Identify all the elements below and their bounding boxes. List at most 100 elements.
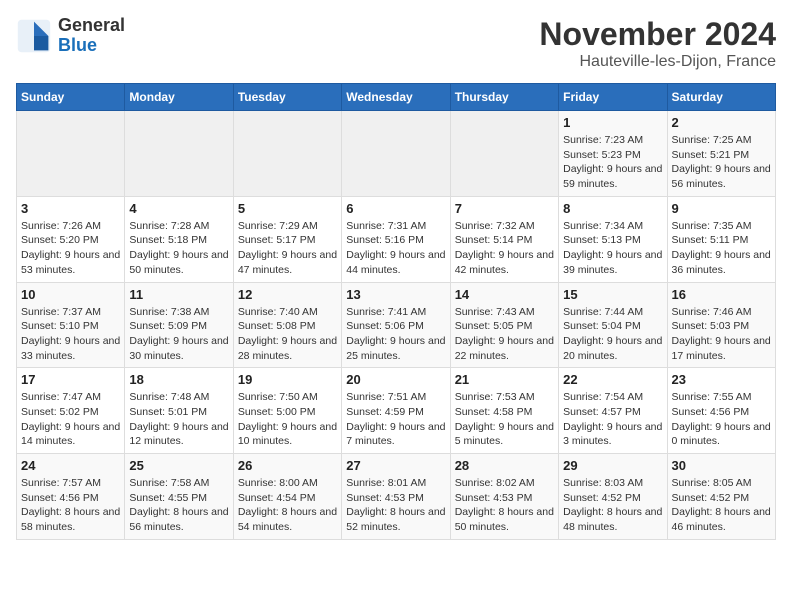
day-info: Sunrise: 8:03 AM Sunset: 4:52 PM Dayligh… [563, 476, 662, 535]
calendar-cell: 15 Sunrise: 7:44 AM Sunset: 5:04 PM Dayli… [559, 282, 667, 368]
day-info: Sunrise: 7:32 AM Sunset: 5:14 PM Dayligh… [455, 219, 554, 278]
calendar-cell: 6 Sunrise: 7:31 AM Sunset: 5:16 PM Daylig… [342, 196, 450, 282]
day-number: 15 [563, 287, 662, 302]
day-number: 4 [129, 201, 228, 216]
day-number: 16 [672, 287, 771, 302]
day-number: 30 [672, 458, 771, 473]
logo: General Blue [16, 16, 125, 56]
day-number: 14 [455, 287, 554, 302]
day-info: Sunrise: 7:38 AM Sunset: 5:09 PM Dayligh… [129, 305, 228, 364]
weekday-header-thursday: Thursday [450, 84, 558, 111]
day-info: Sunrise: 7:48 AM Sunset: 5:01 PM Dayligh… [129, 390, 228, 449]
day-info: Sunrise: 7:57 AM Sunset: 4:56 PM Dayligh… [21, 476, 120, 535]
day-number: 18 [129, 372, 228, 387]
day-number: 9 [672, 201, 771, 216]
day-info: Sunrise: 7:25 AM Sunset: 5:21 PM Dayligh… [672, 133, 771, 192]
calendar-cell: 25Sunrise: 7:58 AM Sunset: 4:55 PM Dayli… [125, 454, 233, 540]
day-info: Sunrise: 7:53 AM Sunset: 4:58 PM Dayligh… [455, 390, 554, 449]
weekday-header-sunday: Sunday [17, 84, 125, 111]
weekday-header-friday: Friday [559, 84, 667, 111]
calendar-cell: 12 Sunrise: 7:40 AM Sunset: 5:08 PM Dayli… [233, 282, 341, 368]
calendar-cell: 16 Sunrise: 7:46 AM Sunset: 5:03 PM Dayli… [667, 282, 775, 368]
day-number: 7 [455, 201, 554, 216]
calendar-cell: 24 Sunrise: 7:57 AM Sunset: 4:56 PM Dayli… [17, 454, 125, 540]
day-number: 6 [346, 201, 445, 216]
sub-title: Hauteville-les-Dijon, France [539, 53, 776, 71]
main-title: November 2024 [539, 16, 776, 53]
day-info: Sunrise: 7:54 AM Sunset: 4:57 PM Dayligh… [563, 390, 662, 449]
calendar-cell: 29 Sunrise: 8:03 AM Sunset: 4:52 PM Dayli… [559, 454, 667, 540]
day-number: 24 [21, 458, 120, 473]
day-info: Sunrise: 7:35 AM Sunset: 5:11 PM Dayligh… [672, 219, 771, 278]
day-info: Sunrise: 7:55 AM Sunset: 4:56 PM Dayligh… [672, 390, 771, 449]
calendar-cell: 2 Sunrise: 7:25 AM Sunset: 5:21 PM Daylig… [667, 111, 775, 197]
day-number: 22 [563, 372, 662, 387]
day-number: 23 [672, 372, 771, 387]
logo-icon [16, 18, 52, 54]
calendar-cell: 13Sunrise: 7:41 AM Sunset: 5:06 PM Dayli… [342, 282, 450, 368]
calendar-cell: 1 Sunrise: 7:23 AM Sunset: 5:23 PM Daylig… [559, 111, 667, 197]
calendar-cell: 21 Sunrise: 7:53 AM Sunset: 4:58 PM Dayli… [450, 368, 558, 454]
calendar-cell: 8 Sunrise: 7:34 AM Sunset: 5:13 PM Daylig… [559, 196, 667, 282]
day-number: 5 [238, 201, 337, 216]
calendar-cell: 22 Sunrise: 7:54 AM Sunset: 4:57 PM Dayli… [559, 368, 667, 454]
day-info: Sunrise: 7:47 AM Sunset: 5:02 PM Dayligh… [21, 390, 120, 449]
calendar-table: SundayMondayTuesdayWednesdayThursdayFrid… [16, 83, 776, 540]
weekday-header-saturday: Saturday [667, 84, 775, 111]
calendar-cell: 23 Sunrise: 7:55 AM Sunset: 4:56 PM Dayli… [667, 368, 775, 454]
day-info: Sunrise: 7:37 AM Sunset: 5:10 PM Dayligh… [21, 305, 120, 364]
calendar-cell: 30 Sunrise: 8:05 AM Sunset: 4:52 PM Dayli… [667, 454, 775, 540]
day-info: Sunrise: 7:58 AM Sunset: 4:55 PM Dayligh… [129, 476, 228, 535]
weekday-header-monday: Monday [125, 84, 233, 111]
day-number: 12 [238, 287, 337, 302]
calendar-cell: 27 Sunrise: 8:01 AM Sunset: 4:53 PM Dayli… [342, 454, 450, 540]
day-number: 11 [129, 287, 228, 302]
calendar-cell: 4Sunrise: 7:28 AM Sunset: 5:18 PM Daylig… [125, 196, 233, 282]
calendar-cell: 18 Sunrise: 7:48 AM Sunset: 5:01 PM Dayli… [125, 368, 233, 454]
calendar-cell [342, 111, 450, 197]
calendar-cell: 14 Sunrise: 7:43 AM Sunset: 5:05 PM Dayli… [450, 282, 558, 368]
day-number: 2 [672, 115, 771, 130]
day-info: Sunrise: 7:50 AM Sunset: 5:00 PM Dayligh… [238, 390, 337, 449]
calendar-cell: 7 Sunrise: 7:32 AM Sunset: 5:14 PM Daylig… [450, 196, 558, 282]
day-info: Sunrise: 8:02 AM Sunset: 4:53 PM Dayligh… [455, 476, 554, 535]
calendar-cell [17, 111, 125, 197]
day-info: Sunrise: 7:40 AM Sunset: 5:08 PM Dayligh… [238, 305, 337, 364]
header: General Blue November 2024 Hauteville-le… [16, 16, 776, 71]
calendar-cell [450, 111, 558, 197]
weekday-header-tuesday: Tuesday [233, 84, 341, 111]
calendar-cell: 26 Sunrise: 8:00 AM Sunset: 4:54 PM Dayli… [233, 454, 341, 540]
day-number: 29 [563, 458, 662, 473]
logo-text: General Blue [58, 16, 125, 56]
calendar-cell: 3Sunrise: 7:26 AM Sunset: 5:20 PM Daylig… [17, 196, 125, 282]
day-number: 13 [346, 287, 445, 302]
weekday-header-wednesday: Wednesday [342, 84, 450, 111]
calendar-cell: 20Sunrise: 7:51 AM Sunset: 4:59 PM Dayli… [342, 368, 450, 454]
day-info: Sunrise: 7:46 AM Sunset: 5:03 PM Dayligh… [672, 305, 771, 364]
day-number: 1 [563, 115, 662, 130]
calendar-cell: 28 Sunrise: 8:02 AM Sunset: 4:53 PM Dayli… [450, 454, 558, 540]
calendar-cell: 19 Sunrise: 7:50 AM Sunset: 5:00 PM Dayli… [233, 368, 341, 454]
day-info: Sunrise: 7:26 AM Sunset: 5:20 PM Dayligh… [21, 219, 120, 278]
day-info: Sunrise: 7:31 AM Sunset: 5:16 PM Dayligh… [346, 219, 445, 278]
day-number: 17 [21, 372, 120, 387]
calendar-cell: 10Sunrise: 7:37 AM Sunset: 5:10 PM Dayli… [17, 282, 125, 368]
day-number: 19 [238, 372, 337, 387]
calendar-cell: 17 Sunrise: 7:47 AM Sunset: 5:02 PM Dayli… [17, 368, 125, 454]
day-info: Sunrise: 7:23 AM Sunset: 5:23 PM Dayligh… [563, 133, 662, 192]
day-info: Sunrise: 8:00 AM Sunset: 4:54 PM Dayligh… [238, 476, 337, 535]
day-number: 28 [455, 458, 554, 473]
day-number: 27 [346, 458, 445, 473]
day-info: Sunrise: 7:34 AM Sunset: 5:13 PM Dayligh… [563, 219, 662, 278]
day-info: Sunrise: 8:05 AM Sunset: 4:52 PM Dayligh… [672, 476, 771, 535]
day-info: Sunrise: 7:43 AM Sunset: 5:05 PM Dayligh… [455, 305, 554, 364]
day-number: 21 [455, 372, 554, 387]
day-info: Sunrise: 7:44 AM Sunset: 5:04 PM Dayligh… [563, 305, 662, 364]
calendar-cell: 5 Sunrise: 7:29 AM Sunset: 5:17 PM Daylig… [233, 196, 341, 282]
calendar-cell: 11 Sunrise: 7:38 AM Sunset: 5:09 PM Dayli… [125, 282, 233, 368]
calendar-cell [125, 111, 233, 197]
day-info: Sunrise: 8:01 AM Sunset: 4:53 PM Dayligh… [346, 476, 445, 535]
day-number: 26 [238, 458, 337, 473]
day-number: 8 [563, 201, 662, 216]
day-info: Sunrise: 7:29 AM Sunset: 5:17 PM Dayligh… [238, 219, 337, 278]
